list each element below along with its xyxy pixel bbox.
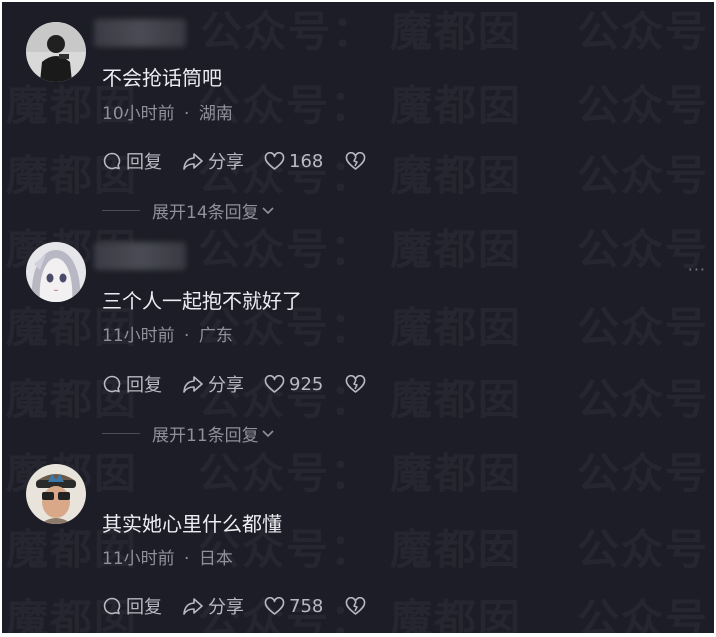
watermark-text: 公众号： (577, 72, 714, 133)
watermark-text: 公众号： (577, 440, 714, 501)
share-button[interactable]: 分享 (182, 148, 244, 174)
watermark-text: 公众号： (577, 366, 714, 427)
comment-actions: 回复 分享 168 (102, 148, 390, 174)
watermark-text: 公众号： (577, 516, 714, 577)
comment-meta: 11小时前 · 日本 (102, 547, 233, 571)
expand-divider (102, 210, 140, 211)
watermark-text: 公众号： (577, 294, 714, 355)
share-label: 分享 (208, 375, 244, 396)
avatar[interactable] (26, 242, 86, 302)
reply-button[interactable]: 回复 (102, 593, 162, 619)
comment-panel: 公众号： 魔都囡 公众号： 魔都囡 公众号： 魔都囡 公众号： 魔都囡 公众号：… (2, 2, 714, 633)
share-button[interactable]: 分享 (182, 593, 244, 619)
comment-meta: 10小时前 · 湖南 (102, 102, 233, 126)
avatar-image (26, 22, 86, 82)
share-label: 分享 (208, 597, 244, 618)
reply-label: 回复 (126, 152, 162, 173)
like-button[interactable]: 168 (264, 151, 323, 172)
chevron-down-icon (262, 206, 274, 214)
avatar[interactable] (26, 464, 86, 524)
watermark-text: 魔都囡 (390, 142, 522, 203)
broken-heart-icon (346, 374, 366, 393)
dislike-button[interactable] (345, 151, 370, 171)
reply-icon (103, 152, 121, 170)
avatar-image (26, 464, 86, 524)
comment-meta: 11小时前 · 广东 (102, 324, 233, 348)
more-options-button[interactable]: ··· (688, 260, 706, 279)
comment-actions: 回复 分享 925 (102, 371, 390, 397)
expand-replies-button[interactable]: 展开14条回复 (102, 198, 275, 223)
meta-separator: · (184, 104, 190, 124)
reply-icon (103, 375, 121, 393)
comment-time: 11小时前 (102, 326, 175, 346)
meta-separator: · (184, 549, 190, 569)
username-blurred (94, 242, 186, 270)
watermark-text: 魔都囡 (390, 440, 522, 501)
username-blurred (94, 19, 186, 47)
like-button[interactable]: 758 (264, 596, 323, 617)
watermark-text: 公众号： (200, 2, 376, 59)
watermark-text: 魔都囡 (390, 366, 522, 427)
watermark-text: 魔都囡 (390, 294, 522, 355)
comment-text: 不会抢话筒吧 (102, 66, 222, 90)
comment-time: 11小时前 (102, 549, 175, 569)
heart-icon (264, 596, 285, 615)
watermark-text: 公众号： (198, 216, 374, 277)
share-icon (183, 153, 203, 170)
watermark-text: 魔都囡 (390, 72, 522, 133)
broken-heart-icon (346, 151, 366, 170)
heart-icon (264, 151, 285, 170)
like-count: 925 (289, 373, 324, 395)
heart-icon (264, 374, 285, 393)
expand-replies-button[interactable]: 展开11条回复 (102, 421, 275, 446)
watermark-text: 魔都囡 (390, 516, 522, 577)
like-button[interactable]: 925 (264, 374, 323, 395)
avatar-image (26, 242, 86, 302)
watermark-text: 魔都囡 (390, 216, 522, 277)
comment-location: 湖南 (198, 104, 233, 124)
comment-location: 日本 (198, 549, 233, 569)
dislike-button[interactable] (345, 596, 370, 616)
expand-replies-label: 展开14条回复 (152, 203, 259, 223)
watermark-overlay: 公众号： 魔都囡 公众号： 魔都囡 公众号： 魔都囡 公众号： 魔都囡 公众号：… (2, 2, 714, 633)
expand-divider (102, 433, 140, 434)
reply-button[interactable]: 回复 (102, 371, 162, 397)
comment-time: 10小时前 (102, 104, 175, 124)
comment-text: 其实她心里什么都懂 (102, 512, 282, 536)
reply-icon (103, 597, 121, 615)
watermark-text: 公众号： (577, 142, 714, 203)
watermark-text: 魔都囡 (390, 586, 522, 633)
chevron-down-icon (262, 429, 274, 437)
reply-label: 回复 (126, 375, 162, 396)
reply-label: 回复 (126, 597, 162, 618)
share-icon (183, 598, 203, 615)
like-count: 168 (289, 150, 324, 172)
share-button[interactable]: 分享 (182, 371, 244, 397)
expand-replies-label: 展开11条回复 (152, 426, 259, 446)
share-label: 分享 (208, 152, 244, 173)
like-count: 758 (289, 595, 324, 617)
broken-heart-icon (346, 596, 366, 615)
watermark-text: 公众号： (198, 440, 374, 501)
watermark-text: 魔都囡 (390, 2, 522, 59)
share-icon (183, 376, 203, 393)
reply-button[interactable]: 回复 (102, 148, 162, 174)
comment-location: 广东 (198, 326, 233, 346)
meta-separator: · (184, 326, 190, 346)
dislike-button[interactable] (345, 374, 370, 394)
avatar[interactable] (26, 22, 86, 82)
comment-actions: 回复 分享 758 (102, 593, 390, 619)
watermark-text: 公众号： (577, 586, 714, 633)
watermark-text: 公众号： (577, 2, 714, 59)
comment-text: 三个人一起抱不就好了 (102, 289, 302, 313)
